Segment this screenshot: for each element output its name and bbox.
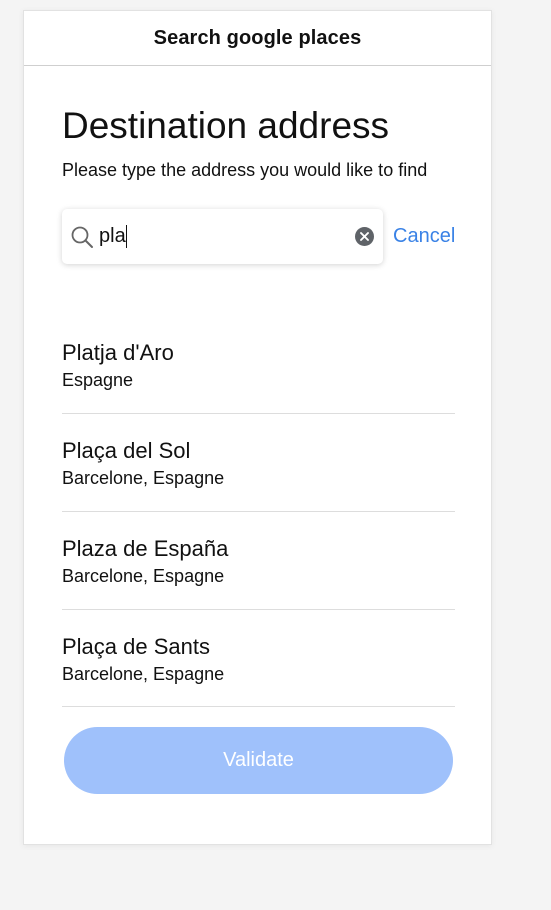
search-icon [71, 226, 93, 248]
header-bar: Search google places [24, 11, 491, 66]
cancel-button[interactable]: Cancel [393, 225, 455, 248]
search-row: Cancel [62, 209, 455, 264]
result-location: Barcelone, Espagne [62, 468, 225, 488]
search-box[interactable] [62, 209, 383, 264]
clear-icon[interactable] [355, 227, 374, 246]
result-location: Barcelone, Espagne [62, 566, 225, 586]
header-title: Search google places [153, 26, 362, 49]
result-name: Plaça del Sol [62, 438, 191, 463]
results-list: Platja d'Aro Espagne Plaça del Sol Barce… [62, 316, 455, 707]
text-caret [126, 225, 127, 248]
result-item[interactable]: Plaça de Sants Barcelone, Espagne [62, 610, 455, 707]
search-input[interactable] [99, 223, 349, 250]
result-item[interactable]: Plaza de España Barcelone, Espagne [62, 512, 455, 610]
validate-button[interactable]: Validate [64, 727, 453, 794]
result-location: Barcelone, Espagne [62, 664, 225, 684]
page-title: Destination address [62, 105, 390, 146]
result-location: Espagne [62, 370, 134, 390]
result-item[interactable]: Platja d'Aro Espagne [62, 316, 455, 414]
result-item[interactable]: Plaça del Sol Barcelone, Espagne [62, 414, 455, 512]
search-places-card: Search google places Destination address… [23, 10, 492, 845]
result-name: Plaça de Sants [62, 634, 210, 659]
result-name: Platja d'Aro [62, 340, 174, 365]
page-subtitle: Please type the address you would like t… [62, 160, 428, 180]
result-name: Plaza de España [62, 536, 229, 561]
